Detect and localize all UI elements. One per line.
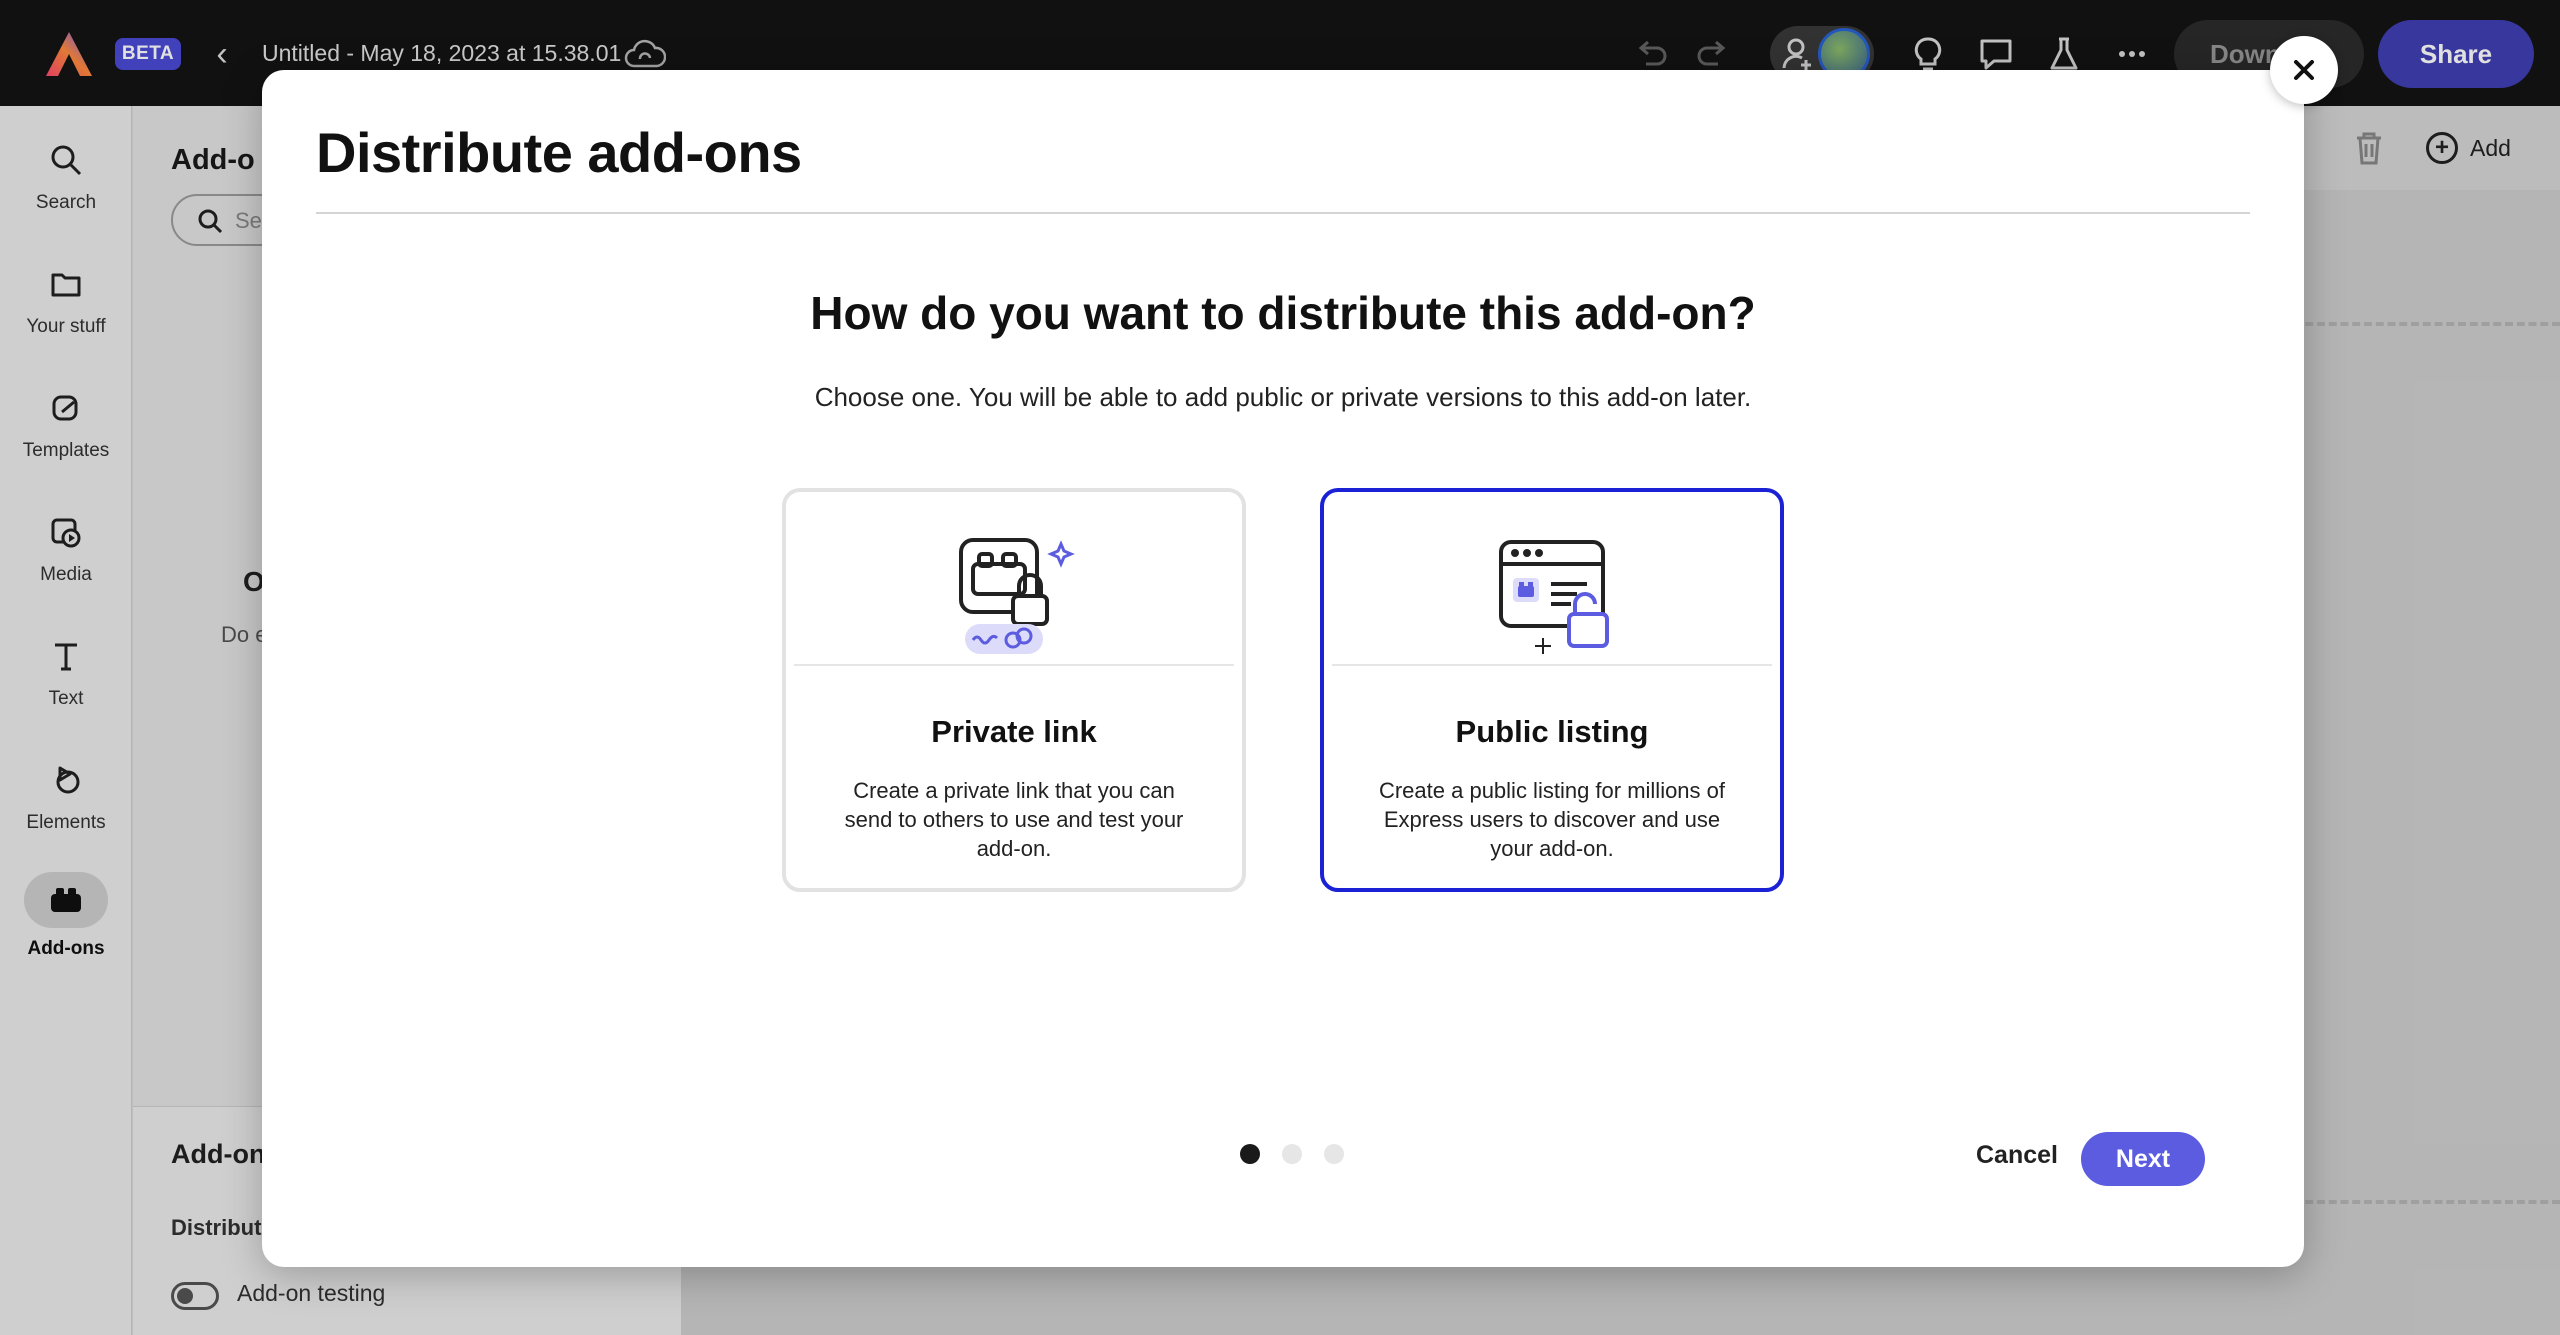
card-divider [1332, 664, 1772, 666]
private-link-illustration [786, 530, 1242, 660]
distribute-dialog: Distribute add-ons How do you want to di… [262, 70, 2304, 1267]
dialog-question: How do you want to distribute this add-o… [810, 287, 1756, 339]
dialog-title: Distribute add-ons [316, 121, 802, 184]
step-dot-2 [1282, 1144, 1302, 1164]
close-icon [2294, 60, 2314, 80]
card-title: Public listing [1455, 714, 1649, 749]
cancel-button[interactable]: Cancel [1962, 1130, 2072, 1180]
public-listing-illustration [1324, 530, 1780, 660]
step-dot-3 [1324, 1144, 1344, 1164]
step-indicator [1240, 1144, 1366, 1164]
next-button[interactable]: Next [2081, 1132, 2205, 1186]
step-dot-1 [1240, 1144, 1260, 1164]
dialog-divider [316, 212, 2250, 214]
public-listing-card[interactable]: Public listing Create a public listing f… [1320, 488, 1784, 892]
private-link-icon [959, 538, 1075, 654]
close-dialog-button[interactable] [2270, 36, 2338, 104]
card-divider [794, 664, 1234, 666]
dialog-subtitle: Choose one. You will be able to add publ… [814, 382, 1752, 412]
card-title: Private link [931, 714, 1097, 749]
card-description: Create a private link that you can send … [844, 778, 1184, 861]
card-description: Create a public listing for millions of … [1378, 778, 1726, 861]
private-link-card[interactable]: Private link Create a private link that … [782, 488, 1246, 892]
public-listing-icon [1499, 540, 1609, 654]
